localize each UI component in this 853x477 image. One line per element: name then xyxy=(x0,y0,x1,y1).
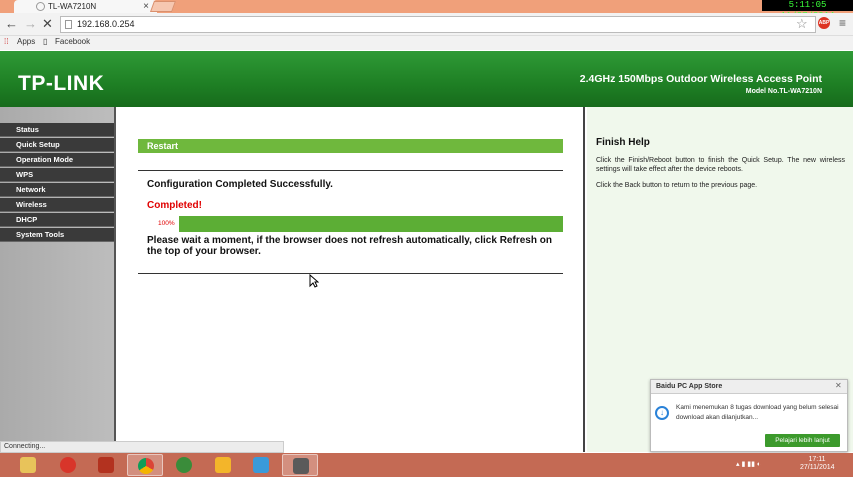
taskbar-chrome[interactable] xyxy=(127,454,163,476)
divider xyxy=(138,170,563,171)
sidebar-item-dhcp[interactable]: DHCP xyxy=(0,213,114,227)
adblock-icon[interactable]: ABP xyxy=(818,17,830,29)
back-arrow-icon[interactable]: ← xyxy=(5,16,18,32)
progress-label: 100% xyxy=(158,220,175,227)
stop-loading-icon[interactable]: ✕ xyxy=(42,16,53,32)
help-text: Click the Finish/Reboot button to finish… xyxy=(596,157,845,173)
divider xyxy=(138,273,563,274)
popup-message: Kami menemukan 8 tugas download yang bel… xyxy=(676,404,839,421)
sidebar-item-wps[interactable]: WPS xyxy=(0,168,114,182)
model-number: Model No.TL-WA7210N xyxy=(745,88,822,95)
download-icon: ↓ xyxy=(655,406,669,420)
sidebar-item-quick-setup[interactable]: Quick Setup xyxy=(0,138,114,152)
sidebar-item-system-tools[interactable]: System Tools xyxy=(0,228,114,242)
main-panel xyxy=(118,107,585,452)
address-bar[interactable]: 192.168.0.254 xyxy=(60,16,816,33)
loading-icon xyxy=(36,2,45,11)
tab-title: TL-WA7210N xyxy=(48,2,97,11)
page-icon xyxy=(65,20,72,29)
book-icon xyxy=(98,457,114,473)
browser-tab[interactable]: TL-WA7210N × xyxy=(14,0,157,13)
taskbar-app[interactable] xyxy=(88,454,124,476)
help-text: Click the Back button to return to the p… xyxy=(596,182,758,189)
close-tab-icon[interactable]: × xyxy=(143,0,149,13)
tool-icon xyxy=(293,458,309,474)
chrome-icon xyxy=(138,458,154,474)
popup-title: Baidu PC App Store xyxy=(651,380,847,394)
taskbar-explorer[interactable] xyxy=(10,454,46,476)
taskbar-app[interactable] xyxy=(50,454,86,476)
bookmark-facebook[interactable]: Facebook xyxy=(55,36,90,48)
tp-link-logo: TP-LINK xyxy=(18,72,105,95)
apps-grid-icon: ⁞⁞ xyxy=(4,37,9,46)
sidebar-item-network[interactable]: Network xyxy=(0,183,114,197)
status-bar: Connecting... xyxy=(0,441,284,453)
learn-more-button[interactable]: Pelajari lebih lanjut xyxy=(765,434,840,447)
config-message: Configuration Completed Successfully. xyxy=(147,179,333,190)
word-icon xyxy=(253,457,269,473)
sidebar-item-operation-mode[interactable]: Operation Mode xyxy=(0,153,114,167)
folder-icon xyxy=(20,457,36,473)
help-title: Finish Help xyxy=(596,137,650,148)
wait-message: Please wait a moment, if the browser doe… xyxy=(147,235,552,257)
progress-bar xyxy=(179,216,563,232)
taskbar-clock[interactable]: 17:11 27/11/2014 xyxy=(800,456,835,472)
sidebar-item-status[interactable]: Status xyxy=(0,123,114,137)
completed-message: Completed! xyxy=(147,200,202,211)
forward-arrow-icon[interactable]: → xyxy=(24,16,37,32)
bookmarks-bar: ⁞⁞ Apps ▯ Facebook xyxy=(0,36,853,50)
grid-icon xyxy=(215,457,231,473)
taskbar-app[interactable] xyxy=(243,454,279,476)
sidebar: Status Quick Setup Operation Mode WPS Ne… xyxy=(0,107,116,452)
sidebar-item-wireless[interactable]: Wireless xyxy=(0,198,114,212)
mouse-cursor-icon xyxy=(309,274,319,288)
app-icon xyxy=(60,457,76,473)
section-title: Restart xyxy=(138,139,563,153)
taskbar-app[interactable] xyxy=(205,454,241,476)
address-bar-url: 192.168.0.254 xyxy=(77,19,135,29)
taskbar-date: 27/11/2014 xyxy=(800,464,835,471)
taskbar-time: 17:11 xyxy=(808,456,826,463)
bookmark-star-icon[interactable]: ☆ xyxy=(796,16,808,32)
globe-icon xyxy=(176,457,192,473)
new-tab-button[interactable] xyxy=(149,1,177,12)
system-tray-icons[interactable]: ▴ ▮ ▮▮ ◐ xyxy=(736,460,761,468)
close-icon[interactable]: ✕ xyxy=(835,381,842,390)
page-icon: ▯ xyxy=(43,37,48,46)
bookmark-apps[interactable]: Apps xyxy=(17,36,35,48)
product-name: 2.4GHz 150Mbps Outdoor Wireless Access P… xyxy=(579,73,822,85)
taskbar-app[interactable] xyxy=(282,454,318,476)
taskbar-app[interactable] xyxy=(166,454,202,476)
desktop-clock: 5:11:05 11/27/2014 xyxy=(762,0,853,21)
browser-menu-icon[interactable]: ≡ xyxy=(839,16,846,30)
